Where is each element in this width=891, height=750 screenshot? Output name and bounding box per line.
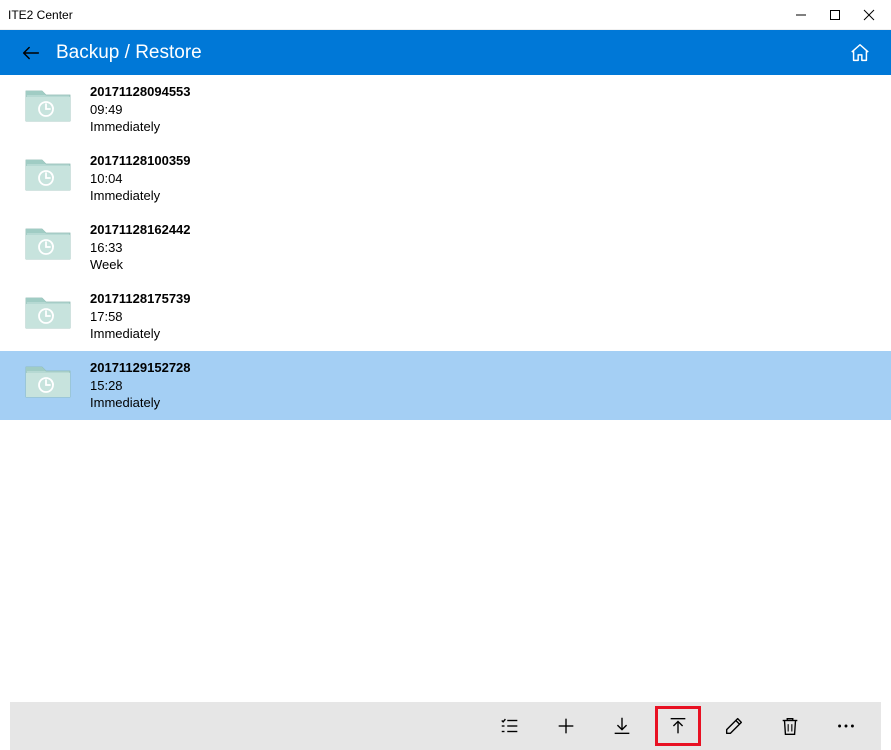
dots-icon: [835, 715, 857, 737]
backup-type: Immediately: [90, 118, 191, 136]
backup-name: 20171129152728: [90, 360, 191, 377]
page-title: Backup / Restore: [56, 42, 845, 64]
backup-name: 20171128100359: [90, 153, 191, 170]
backup-time: 16:33: [90, 239, 191, 257]
app-header: Backup / Restore: [0, 30, 891, 75]
backup-time: 09:49: [90, 101, 191, 119]
backup-type: Immediately: [90, 394, 191, 412]
bottom-toolbar: [10, 702, 881, 750]
backup-info: 20171128162442 16:33 Week: [90, 221, 191, 274]
list-button[interactable]: [487, 706, 533, 746]
arrow-left-icon: [20, 42, 42, 64]
backup-time: 17:58: [90, 308, 191, 326]
window-title: ITE2 Center: [8, 8, 793, 22]
backup-info: 20171128175739 17:58 Immediately: [90, 290, 191, 343]
home-icon: [849, 42, 871, 64]
backup-time: 10:04: [90, 170, 191, 188]
backup-row[interactable]: 20171128100359 10:04 Immediately: [0, 144, 891, 213]
backup-folder-icon: [24, 223, 72, 263]
plus-icon: [555, 715, 577, 737]
trash-icon: [779, 715, 801, 737]
download-button[interactable]: [599, 706, 645, 746]
backup-name: 20171128175739: [90, 291, 191, 308]
pencil-icon: [723, 715, 745, 737]
backup-row[interactable]: 20171128094553 09:49 Immediately: [0, 75, 891, 144]
maximize-button[interactable]: [827, 7, 843, 23]
more-button[interactable]: [823, 706, 869, 746]
backup-folder-icon: [24, 361, 72, 401]
home-button[interactable]: [845, 38, 875, 68]
download-icon: [611, 715, 633, 737]
window-titlebar: ITE2 Center: [0, 0, 891, 30]
backup-info: 20171128100359 10:04 Immediately: [90, 152, 191, 205]
upload-icon: [667, 715, 689, 737]
back-button[interactable]: [16, 38, 46, 68]
list-icon: [499, 715, 521, 737]
upload-button[interactable]: [655, 706, 701, 746]
delete-button[interactable]: [767, 706, 813, 746]
edit-button[interactable]: [711, 706, 757, 746]
backup-info: 20171128094553 09:49 Immediately: [90, 83, 191, 136]
backup-info: 20171129152728 15:28 Immediately: [90, 359, 191, 412]
backup-row[interactable]: 20171129152728 15:28 Immediately: [0, 351, 891, 420]
minimize-button[interactable]: [793, 7, 809, 23]
backup-folder-icon: [24, 85, 72, 125]
backup-name: 20171128162442: [90, 222, 191, 239]
backup-row[interactable]: 20171128162442 16:33 Week: [0, 213, 891, 282]
add-button[interactable]: [543, 706, 589, 746]
backup-list: 20171128094553 09:49 Immediately 2017112…: [0, 75, 891, 702]
backup-type: Week: [90, 256, 191, 274]
backup-type: Immediately: [90, 325, 191, 343]
window-controls: [793, 7, 883, 23]
close-button[interactable]: [861, 7, 877, 23]
backup-folder-icon: [24, 154, 72, 194]
backup-time: 15:28: [90, 377, 191, 395]
backup-row[interactable]: 20171128175739 17:58 Immediately: [0, 282, 891, 351]
backup-type: Immediately: [90, 187, 191, 205]
backup-name: 20171128094553: [90, 84, 191, 101]
backup-folder-icon: [24, 292, 72, 332]
